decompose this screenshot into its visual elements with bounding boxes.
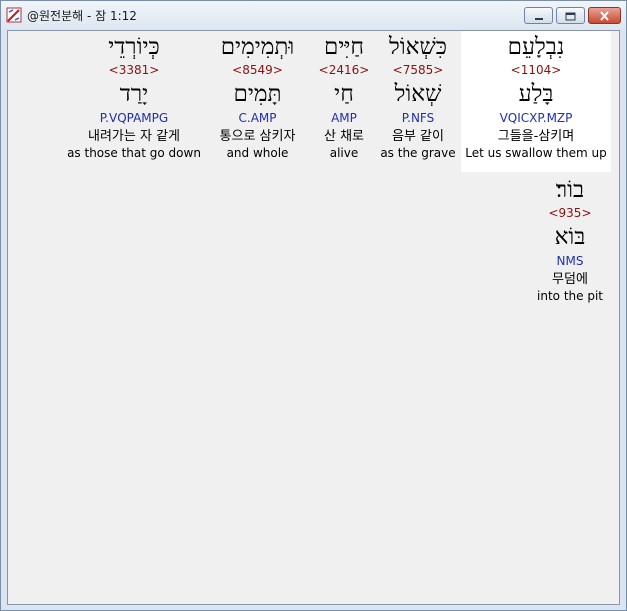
- parsing-code: NMS: [556, 254, 584, 268]
- close-icon: [599, 6, 610, 25]
- english-gloss: alive: [329, 146, 359, 160]
- english-gloss: into the pit: [537, 289, 603, 303]
- parsing-code: P.VQPAMPG: [99, 111, 169, 125]
- lemma: חַי: [334, 81, 354, 107]
- hebrew-word: נִבְלָעֵם: [507, 34, 565, 60]
- minimize-button[interactable]: [524, 7, 553, 24]
- word-cell[interactable]: נִבְלָעֵם <1104> בָּלַע VQICXP.MZP 그들을-삼…: [461, 31, 611, 172]
- english-gloss: as the grave: [380, 146, 456, 160]
- parsing-code: C.AMP: [238, 111, 277, 125]
- parsing-code: P.NFS: [401, 111, 435, 125]
- hebrew-word: בוֹר׃: [555, 177, 585, 203]
- parsing-code: VQICXP.MZP: [499, 111, 573, 125]
- strong-number: <935>: [548, 206, 592, 220]
- strong-number: <7585>: [392, 63, 444, 77]
- title-bar[interactable]: @원전분해 - 잠 1:12: [1, 1, 626, 29]
- parsing-code: AMP: [331, 111, 357, 125]
- hebrew-word: כִּשְׁאוֹל: [389, 34, 447, 60]
- word-cell[interactable]: כְּיוֹרְדֵי <3381> יָרַד P.VQPAMPG 내려가는 …: [66, 31, 202, 172]
- hebrew-word: כְּיוֹרְדֵי: [108, 34, 160, 60]
- english-gloss: as those that go down: [67, 146, 201, 160]
- app-window: @원전분해 - 잠 1:12 נִבְלָעֵם <1104> בָּלַע V…: [0, 0, 627, 611]
- word-cell[interactable]: חַיִּים <2416> חַי AMP 산 채로 alive: [312, 31, 376, 172]
- korean-gloss: 무덤에: [552, 272, 588, 287]
- maximize-icon: [565, 6, 576, 25]
- english-gloss: and whole: [226, 146, 289, 160]
- interlinear-panel[interactable]: נִבְלָעֵם <1104> בָּלַע VQICXP.MZP 그들을-삼…: [7, 30, 620, 605]
- window-title: @원전분해 - 잠 1:12: [27, 9, 137, 23]
- strong-number: <2416>: [318, 63, 370, 77]
- lemma: בּוֹא: [554, 224, 586, 250]
- lemma: שְׁאוֹל: [394, 81, 442, 107]
- strong-number: <8549>: [232, 63, 283, 77]
- word-cell[interactable]: כִּשְׁאוֹל <7585> שְׁאוֹל P.NFS 음부 같이 as…: [378, 31, 458, 172]
- korean-gloss: 음부 같이: [392, 129, 444, 144]
- word-cell[interactable]: וּתְמִימִים <8549> תָּמִים C.AMP 통으로 삼키자…: [205, 31, 310, 172]
- lemma: תָּמִים: [233, 81, 282, 107]
- word-cell[interactable]: בוֹר׃ <935> בּוֹא NMS 무덤에 into the pit: [530, 174, 610, 314]
- korean-gloss: 산 채로: [323, 129, 364, 144]
- korean-gloss: 내려가는 자 같게: [88, 129, 180, 144]
- minimize-icon: [534, 6, 544, 25]
- maximize-button[interactable]: [556, 7, 585, 24]
- korean-gloss: 통으로 삼키자: [219, 129, 296, 144]
- strong-number: <1104>: [510, 63, 562, 77]
- korean-gloss: 그들을-삼키며: [497, 129, 575, 144]
- app-icon: [6, 7, 22, 23]
- lemma: יָרַד: [119, 81, 149, 107]
- english-gloss: Let us swallow them up: [465, 146, 607, 160]
- hebrew-word: וּתְמִימִים: [220, 34, 295, 60]
- strong-number: <3381>: [108, 63, 160, 77]
- hebrew-word: חַיִּים: [323, 34, 365, 60]
- close-button[interactable]: [588, 7, 621, 24]
- lemma: בָּלַע: [518, 81, 554, 107]
